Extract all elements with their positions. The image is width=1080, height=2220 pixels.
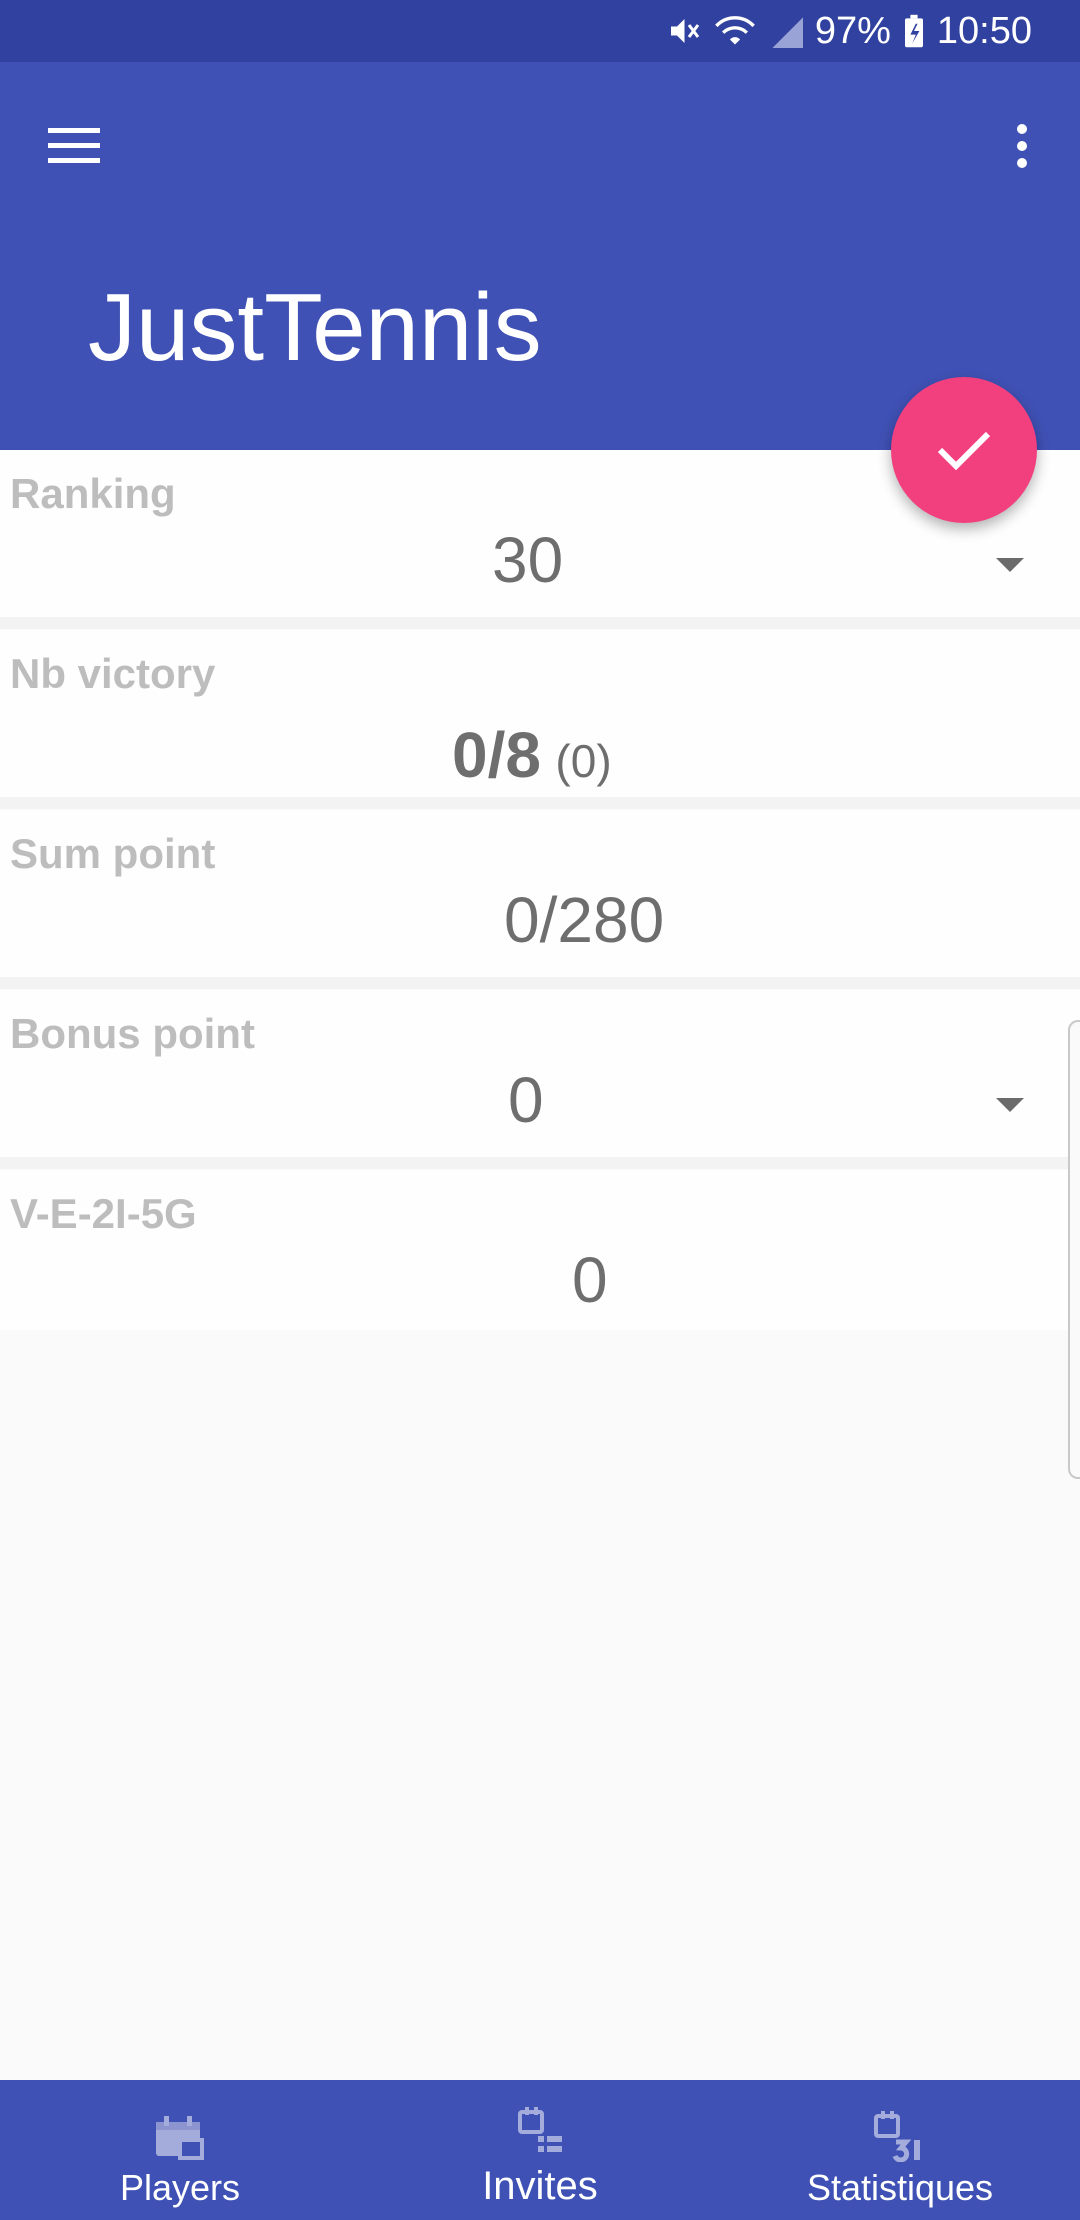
sum-point-section: Sum point 0/280 xyxy=(0,810,1080,989)
bonus-point-label: Bonus point xyxy=(10,1010,255,1057)
app-title: JustTennis xyxy=(88,274,542,381)
vegs-value: 0 xyxy=(572,1244,608,1316)
vegs-section: V-E-2I-5G 0 xyxy=(0,1170,1080,1330)
statistics-calendar-icon xyxy=(874,2111,920,2162)
battery-percent: 97% xyxy=(814,9,891,52)
players-calendar-icon xyxy=(156,2116,204,2160)
vegs-label: V-E-2I-5G xyxy=(10,1190,197,1237)
check-icon xyxy=(937,431,991,471)
clock: 10:50 xyxy=(936,9,1032,52)
invites-list-icon xyxy=(518,2107,562,2152)
nav-players[interactable]: Players xyxy=(0,2080,360,2220)
hamburger-menu-icon xyxy=(48,128,100,163)
nav-statistiques[interactable]: Statistiques xyxy=(720,2080,1080,2220)
dropdown-arrow-icon xyxy=(996,558,1024,572)
ranking-label: Ranking xyxy=(10,470,176,517)
nb-victory-extra: (0) xyxy=(555,735,612,787)
dropdown-arrow-icon xyxy=(996,1098,1024,1112)
nav-invites-label: Invites xyxy=(482,2164,598,2208)
nb-victory-section: Nb victory 0/8 (0) xyxy=(0,630,1080,809)
menu-button[interactable] xyxy=(38,110,110,182)
confirm-fab-button[interactable] xyxy=(891,377,1037,523)
nav-statistiques-label: Statistiques xyxy=(806,2167,994,2208)
wifi-icon xyxy=(713,13,757,49)
side-panel-handle[interactable] xyxy=(1068,1020,1080,1479)
bonus-point-section: Bonus point 0 xyxy=(0,990,1080,1169)
nav-invites[interactable]: Invites xyxy=(360,2080,720,2220)
ranking-dropdown[interactable]: 30 xyxy=(0,520,1080,615)
bonus-point-value: 0 xyxy=(508,1064,544,1136)
overflow-menu-button[interactable] xyxy=(986,106,1058,186)
nb-victory-value: 0/8 xyxy=(452,719,541,791)
sum-point-label: Sum point xyxy=(10,830,216,877)
signal-icon xyxy=(769,14,803,48)
more-vert-icon xyxy=(1017,124,1027,168)
nb-victory-label: Nb victory xyxy=(10,650,216,697)
bonus-point-dropdown[interactable]: 0 xyxy=(0,1060,1080,1155)
nav-players-label: Players xyxy=(119,2167,241,2208)
sum-point-value: 0/280 xyxy=(504,884,665,956)
mute-icon xyxy=(665,13,701,49)
bottom-navigation: Players Invites Statistiques xyxy=(0,2080,1080,2220)
status-bar: 97% 10:50 xyxy=(0,0,1080,62)
battery-charging-icon xyxy=(903,13,925,49)
ranking-value: 30 xyxy=(492,524,564,596)
